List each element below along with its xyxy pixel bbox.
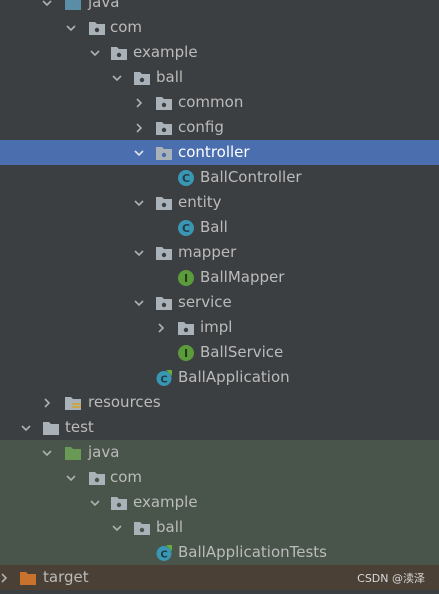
package-icon <box>133 69 151 87</box>
chevron-right-icon[interactable] <box>132 121 146 135</box>
test-source-folder-icon <box>64 444 82 462</box>
tree-row-service[interactable]: service <box>0 290 439 315</box>
tree-row-label: BallMapper <box>200 268 285 286</box>
tree-row-mapper[interactable]: mapper <box>0 240 439 265</box>
tree-row-label: test <box>65 418 94 436</box>
tree-row-controller[interactable]: controller <box>0 140 439 165</box>
tree-row-entity[interactable]: entity <box>0 190 439 215</box>
tree-row-label: ball <box>156 518 184 536</box>
tree-row-label: BallController <box>200 168 302 186</box>
class-icon: C <box>177 219 195 237</box>
tree-row-label: java <box>88 0 120 11</box>
chevron-down-icon[interactable] <box>110 521 124 535</box>
tree-row-label: target <box>43 568 89 586</box>
tree-row-label: entity <box>178 193 222 211</box>
package-icon <box>110 44 128 62</box>
spring-boot-test-class-icon: C <box>155 544 173 562</box>
chevron-right-icon[interactable] <box>154 321 168 335</box>
source-folder-icon <box>64 0 82 12</box>
tree-row-label: service <box>178 293 232 311</box>
chevron-right-icon[interactable] <box>40 396 54 410</box>
tree-row-label: controller <box>178 143 250 161</box>
package-icon <box>88 19 106 37</box>
chevron-down-icon[interactable] <box>132 296 146 310</box>
package-icon <box>155 119 173 137</box>
tree-row-ball[interactable]: ball <box>0 65 439 90</box>
tree-row-test-example[interactable]: example <box>0 490 439 515</box>
svg-text:C: C <box>182 172 190 185</box>
tree-row-label: example <box>133 493 198 511</box>
svg-text:I: I <box>184 272 188 285</box>
chevron-right-icon[interactable] <box>132 96 146 110</box>
package-icon <box>155 194 173 212</box>
excluded-folder-icon <box>19 569 37 587</box>
tree-row-test-java[interactable]: java <box>0 440 439 465</box>
package-icon <box>155 244 173 262</box>
chevron-down-icon[interactable] <box>19 421 33 435</box>
tree-row-resources[interactable]: resources <box>0 390 439 415</box>
svg-text:C: C <box>160 374 167 385</box>
svg-text:I: I <box>184 347 188 360</box>
tree-row-label: BallService <box>200 343 284 361</box>
chevron-down-icon[interactable] <box>40 446 54 460</box>
chevron-down-icon[interactable] <box>110 71 124 85</box>
tree-row-common[interactable]: common <box>0 90 439 115</box>
tree-row-ball-class[interactable]: C Ball <box>0 215 439 240</box>
chevron-down-icon[interactable] <box>132 246 146 260</box>
tree-row-com[interactable]: com <box>0 15 439 40</box>
tree-row-label: com <box>110 18 143 36</box>
package-icon <box>177 319 195 337</box>
tree-row-ballcontroller[interactable]: C BallController <box>0 165 439 190</box>
package-icon <box>133 519 151 537</box>
chevron-down-icon[interactable] <box>40 0 54 10</box>
class-icon: C <box>177 169 195 187</box>
tree-row-ballapplicationtests[interactable]: C BallApplicationTests <box>0 540 439 565</box>
tree-row-label: java <box>88 443 120 461</box>
chevron-down-icon[interactable] <box>64 471 78 485</box>
tree-row-label: BallApplicationTests <box>178 543 327 561</box>
chevron-down-icon[interactable] <box>88 496 102 510</box>
tree-row-example[interactable]: example <box>0 40 439 65</box>
tree-row-label: ball <box>156 68 184 86</box>
tree-row-label: resources <box>88 393 161 411</box>
tree-row-label: com <box>110 468 143 486</box>
chevron-right-icon[interactable] <box>0 571 11 585</box>
tree-row-test-ball[interactable]: ball <box>0 515 439 540</box>
interface-icon: I <box>177 269 195 287</box>
chevron-down-icon[interactable] <box>88 46 102 60</box>
tree-row-label: BallApplication <box>178 368 290 386</box>
svg-text:C: C <box>160 549 167 560</box>
tree-row-label: mapper <box>178 243 237 261</box>
tree-row-ballservice[interactable]: I BallService <box>0 340 439 365</box>
tree-row-test[interactable]: test <box>0 415 439 440</box>
chevron-down-icon[interactable] <box>64 21 78 35</box>
folder-icon <box>42 419 60 437</box>
tree-row-label: config <box>178 118 224 136</box>
tree-row-impl[interactable]: impl <box>0 315 439 340</box>
spring-boot-class-icon: C <box>155 369 173 387</box>
tree-row-config[interactable]: config <box>0 115 439 140</box>
project-tree: java com example ball common config cont… <box>0 0 439 590</box>
chevron-down-icon[interactable] <box>132 196 146 210</box>
interface-icon: I <box>177 344 195 362</box>
package-icon <box>88 469 106 487</box>
package-icon <box>155 294 173 312</box>
tree-row-label: common <box>178 93 244 111</box>
svg-text:C: C <box>182 222 190 235</box>
package-icon <box>155 94 173 112</box>
tree-row-ballapplication[interactable]: C BallApplication <box>0 365 439 390</box>
tree-row-label: example <box>133 43 198 61</box>
package-icon <box>155 144 173 162</box>
tree-row-test-com[interactable]: com <box>0 465 439 490</box>
tree-row-ballmapper[interactable]: I BallMapper <box>0 265 439 290</box>
resources-folder-icon <box>64 394 82 412</box>
package-icon <box>110 494 128 512</box>
chevron-down-icon[interactable] <box>132 146 146 160</box>
tree-row-label: impl <box>200 318 233 336</box>
watermark: CSDN @渎泽 <box>357 572 425 585</box>
tree-row-java[interactable]: java <box>0 0 439 15</box>
tree-row-label: Ball <box>200 218 228 236</box>
